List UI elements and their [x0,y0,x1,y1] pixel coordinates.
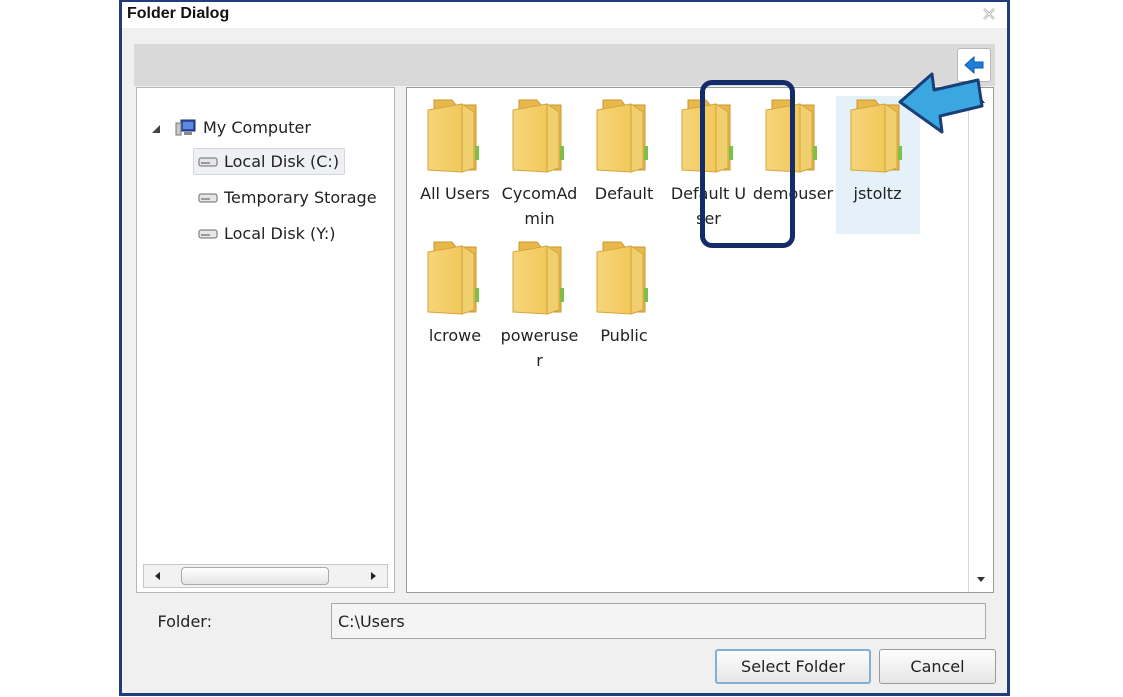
folder-icon [427,241,479,315]
folder-item-label: Default [594,184,654,203]
drive-icon [198,193,218,202]
scroll-up-icon[interactable] [976,96,986,106]
tree-item-label: My Computer [203,118,311,137]
folder-icon [850,99,902,173]
folder-item[interactable]: poweruser [498,238,582,373]
folder-contents: All Users CycomAdmin Default Default User de… [406,87,994,593]
tree-expander-icon[interactable] [151,124,161,134]
tree-horizontal-scrollbar[interactable] [143,564,388,588]
folder-item-label: Default User [670,184,747,228]
dialog-title: Folder Dialog [127,5,230,22]
tree-item-label: Local Disk (Y:) [224,224,336,243]
folder-item[interactable]: Default User [667,96,751,231]
drive-icon [198,229,218,238]
folder-item[interactable]: jstoltz [835,96,920,234]
tree-item-temporary-storage[interactable]: Temporary Storage [198,188,377,207]
folder-item-label: All Users [420,184,490,203]
tree-item-local-disk-c[interactable]: Local Disk (C:) [193,148,346,175]
folder-field-label: Folder: [157,612,212,631]
folder-item-label: CycomAdmin [501,184,578,228]
scroll-left-icon[interactable] [153,571,163,581]
title-bar: Folder Dialog [122,2,1007,28]
folder-item[interactable]: CycomAdmin [498,96,582,231]
toolbar [134,44,995,86]
folder-icon [681,99,733,173]
folder-icon [596,99,648,173]
scrollbar-thumb[interactable] [181,567,329,585]
folder-tree: My Computer Local Disk (C:) Temporary St… [136,87,395,593]
folder-item[interactable]: Default [582,96,666,206]
folder-dialog: Folder Dialog My Computer Local Disk (C:… [119,0,1010,696]
folder-item-label: demouser [752,184,834,203]
folder-icon [427,99,479,173]
folder-item[interactable]: lcrowe [413,238,497,348]
folder-item[interactable]: All Users [413,96,497,206]
folder-icon [512,241,564,315]
back-button[interactable] [957,48,991,82]
dialog-body: My Computer Local Disk (C:) Temporary St… [131,40,998,690]
scroll-right-icon[interactable] [368,571,378,581]
scroll-down-icon[interactable] [976,574,986,584]
contents-vertical-scrollbar[interactable] [968,88,993,592]
cancel-button[interactable]: Cancel [879,649,996,684]
folder-icon [765,99,817,173]
close-icon[interactable] [981,6,997,22]
folder-icon [596,241,648,315]
tree-item-label: Local Disk (C:) [224,152,340,171]
select-folder-button[interactable]: Select Folder [715,649,871,684]
computer-icon [175,119,196,135]
folder-item[interactable]: demouser [751,96,835,206]
tree-item-my-computer[interactable]: My Computer [175,118,311,137]
folder-icon [512,99,564,173]
back-arrow-icon [964,55,984,75]
tree-item-local-disk-y[interactable]: Local Disk (Y:) [198,224,336,243]
folder-item[interactable]: Public [582,238,666,348]
folder-path-input[interactable] [331,603,986,639]
folder-item-label: Public [600,326,648,345]
drive-icon [198,157,218,166]
folder-item-label: jstoltz [853,184,902,203]
folder-item-label: lcrowe [428,326,482,345]
folder-item-label: poweruser [500,326,579,370]
tree-item-label: Temporary Storage [224,188,377,207]
